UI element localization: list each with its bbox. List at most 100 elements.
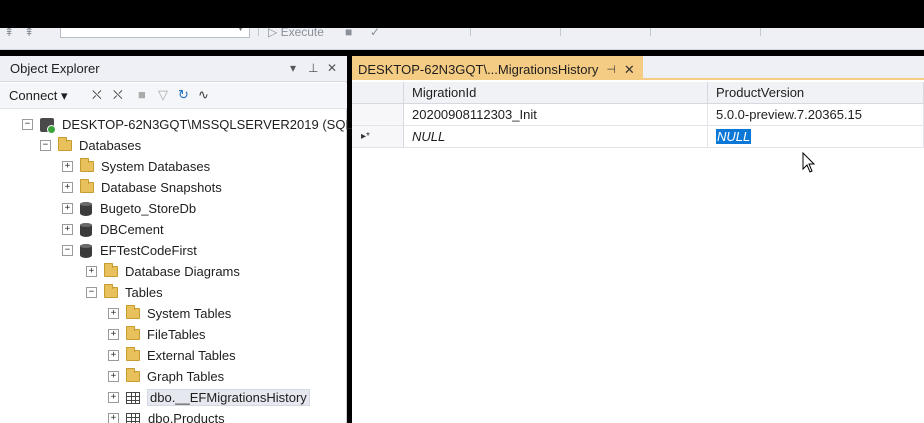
tree-node-label: Tables <box>125 285 163 300</box>
close-icon[interactable]: ✕ <box>327 61 337 75</box>
execute-button[interactable]: ▷ Execute <box>268 28 324 42</box>
tree-node-database-snapshots[interactable]: + Database Snapshots <box>62 177 222 198</box>
pin-icon[interactable]: ⊣ <box>606 63 616 76</box>
collapse-icon[interactable]: − <box>62 245 73 256</box>
folder-icon <box>104 284 118 298</box>
new-row-marker[interactable]: ▸* <box>352 126 404 148</box>
object-explorer-title: Object Explorer <box>10 61 100 76</box>
tree-node-tables[interactable]: − Tables <box>86 282 163 303</box>
tree-node-dbcement[interactable]: + DBCement <box>62 219 164 240</box>
table-icon <box>126 391 140 404</box>
expand-icon[interactable]: + <box>108 350 119 361</box>
tree-node-label: Database Diagrams <box>125 264 240 279</box>
expand-icon[interactable]: + <box>62 161 73 172</box>
tree-node-label: Bugeto_StoreDb <box>100 201 197 216</box>
close-tab-icon[interactable]: ✕ <box>624 62 635 78</box>
expand-icon[interactable]: + <box>108 413 119 423</box>
folder-icon <box>126 305 140 319</box>
top-black-band <box>0 0 924 28</box>
expand-icon[interactable]: + <box>62 203 73 214</box>
column-header-migrationid[interactable]: MigrationId <box>404 82 708 104</box>
row-header[interactable] <box>352 104 404 126</box>
tree-node-external-tables[interactable]: + External Tables <box>108 345 236 366</box>
pin-icon[interactable]: ⊥ <box>308 61 318 75</box>
parse-icon[interactable]: ✓ <box>370 28 380 42</box>
toolbar-icon-a[interactable]: ⇞ <box>4 28 14 42</box>
tree-node-products[interactable]: + dbo.Products <box>108 408 225 423</box>
null-value-selected: NULL <box>716 129 752 144</box>
collapse-icon[interactable]: − <box>22 119 33 130</box>
tree-node-label: System Databases <box>101 159 211 174</box>
execute-label: Execute <box>280 28 324 39</box>
database-icon <box>80 243 92 258</box>
filter-icon[interactable]: ▽ <box>158 87 168 103</box>
grid-cell-productversion-new[interactable]: NULL <box>708 126 924 148</box>
toolbar-icon-b[interactable]: ⇞ <box>24 28 34 42</box>
tree-node-label: dbo.__EFMigrationsHistory <box>147 389 310 406</box>
tab-title: DESKTOP-62N3GQT\...MigrationsHistory <box>358 62 599 77</box>
main-toolbar: ⇞ ⇞ ▼ ▷ Execute ■ ✓ <box>0 28 924 50</box>
tree-node-system-tables[interactable]: + System Tables <box>108 303 231 324</box>
tree-node-label: Graph Tables <box>147 369 225 384</box>
expand-icon[interactable]: + <box>108 329 119 340</box>
tree-node-server[interactable]: − DESKTOP-62N3GQT\MSSQLSERVER2019 (SQL <box>22 114 353 135</box>
tree-node-graph-tables[interactable]: + Graph Tables <box>108 366 224 387</box>
mouse-pointer-icon <box>802 152 816 173</box>
tree-node-label: System Tables <box>147 306 232 321</box>
refresh-icon[interactable]: ↻ <box>178 87 189 103</box>
tree-node-efmigrationshistory[interactable]: + dbo.__EFMigrationsHistory <box>108 387 310 408</box>
tree-node-database-diagrams[interactable]: + Database Diagrams <box>86 261 240 282</box>
connect-button[interactable]: Connect ▾ <box>9 88 68 104</box>
table-icon <box>126 412 140 423</box>
tree-node-label: DBCement <box>100 222 164 237</box>
toolbar-separator <box>650 28 651 36</box>
expand-icon[interactable]: + <box>86 266 97 277</box>
disconnect-icon[interactable]: ⛌ <box>113 87 123 103</box>
folder-icon <box>80 179 94 193</box>
toolbar-separator <box>760 28 761 36</box>
folder-icon <box>104 263 118 277</box>
expand-icon[interactable]: + <box>108 392 119 403</box>
tree-node-system-databases[interactable]: + System Databases <box>62 156 210 177</box>
database-icon <box>80 201 92 216</box>
tree-node-label: Database Snapshots <box>101 180 222 195</box>
toolbar-separator <box>470 28 471 36</box>
collapse-icon[interactable]: − <box>86 287 97 298</box>
stop-icon[interactable]: ■ <box>138 87 146 102</box>
folder-icon <box>58 137 72 151</box>
tree-node-label: External Tables <box>147 348 236 363</box>
expand-icon[interactable]: + <box>108 308 119 319</box>
expand-icon[interactable]: + <box>62 182 73 193</box>
object-explorer-titlebar: Object Explorer ▾ ⊥ ✕ <box>0 56 347 82</box>
tab-migrations-history[interactable]: DESKTOP-62N3GQT\...MigrationsHistory ⊣ ✕ <box>352 56 643 80</box>
document-area: DESKTOP-62N3GQT\...MigrationsHistory ⊣ ✕… <box>352 56 924 423</box>
collapse-icon[interactable]: − <box>40 140 51 151</box>
toolbar-separator <box>258 28 259 36</box>
tree-node-label: dbo.Products <box>148 411 225 423</box>
column-header-productversion[interactable]: ProductVersion <box>708 82 924 104</box>
tree-node-databases[interactable]: − Databases <box>40 135 141 156</box>
grid-cell-migrationid-new[interactable]: NULL <box>404 126 708 148</box>
tree-node-eftestcodefirst[interactable]: − EFTestCodeFirst <box>62 240 197 261</box>
toolbar-separator <box>560 28 561 36</box>
server-label: DESKTOP-62N3GQT\MSSQLSERVER2019 (SQL <box>62 117 353 132</box>
tree-node-label: EFTestCodeFirst <box>100 243 197 258</box>
expand-icon[interactable]: + <box>108 371 119 382</box>
expand-icon[interactable]: + <box>62 224 73 235</box>
grid-cell-productversion[interactable]: 5.0.0-preview.7.20365.15 <box>708 104 924 126</box>
database-icon <box>80 222 92 237</box>
grid-cell-migrationid[interactable]: 20200908112303_Init <box>404 104 708 126</box>
chevron-down-icon: ▼ <box>236 28 245 33</box>
tree-node-filetables[interactable]: + FileTables <box>108 324 206 345</box>
activity-monitor-icon[interactable]: ∿ <box>198 87 209 103</box>
grid-corner[interactable] <box>352 82 404 104</box>
object-explorer-toolbar: Connect ▾ ⛌ ⛌ ■ ▽ ↻ ∿ <box>0 83 347 109</box>
window-position-icon[interactable]: ▾ <box>290 61 296 75</box>
document-tabstrip: DESKTOP-62N3GQT\...MigrationsHistory ⊣ ✕ <box>352 56 924 80</box>
folder-icon <box>80 158 94 172</box>
database-selector[interactable]: ▼ <box>60 28 250 38</box>
connect-icon[interactable]: ⛌ <box>92 87 102 103</box>
object-explorer-panel: Object Explorer ▾ ⊥ ✕ Connect ▾ ⛌ ⛌ ■ ▽ … <box>0 56 353 423</box>
stop-icon[interactable]: ■ <box>345 28 352 42</box>
tree-node-bugeto-storedb[interactable]: + Bugeto_StoreDb <box>62 198 196 219</box>
